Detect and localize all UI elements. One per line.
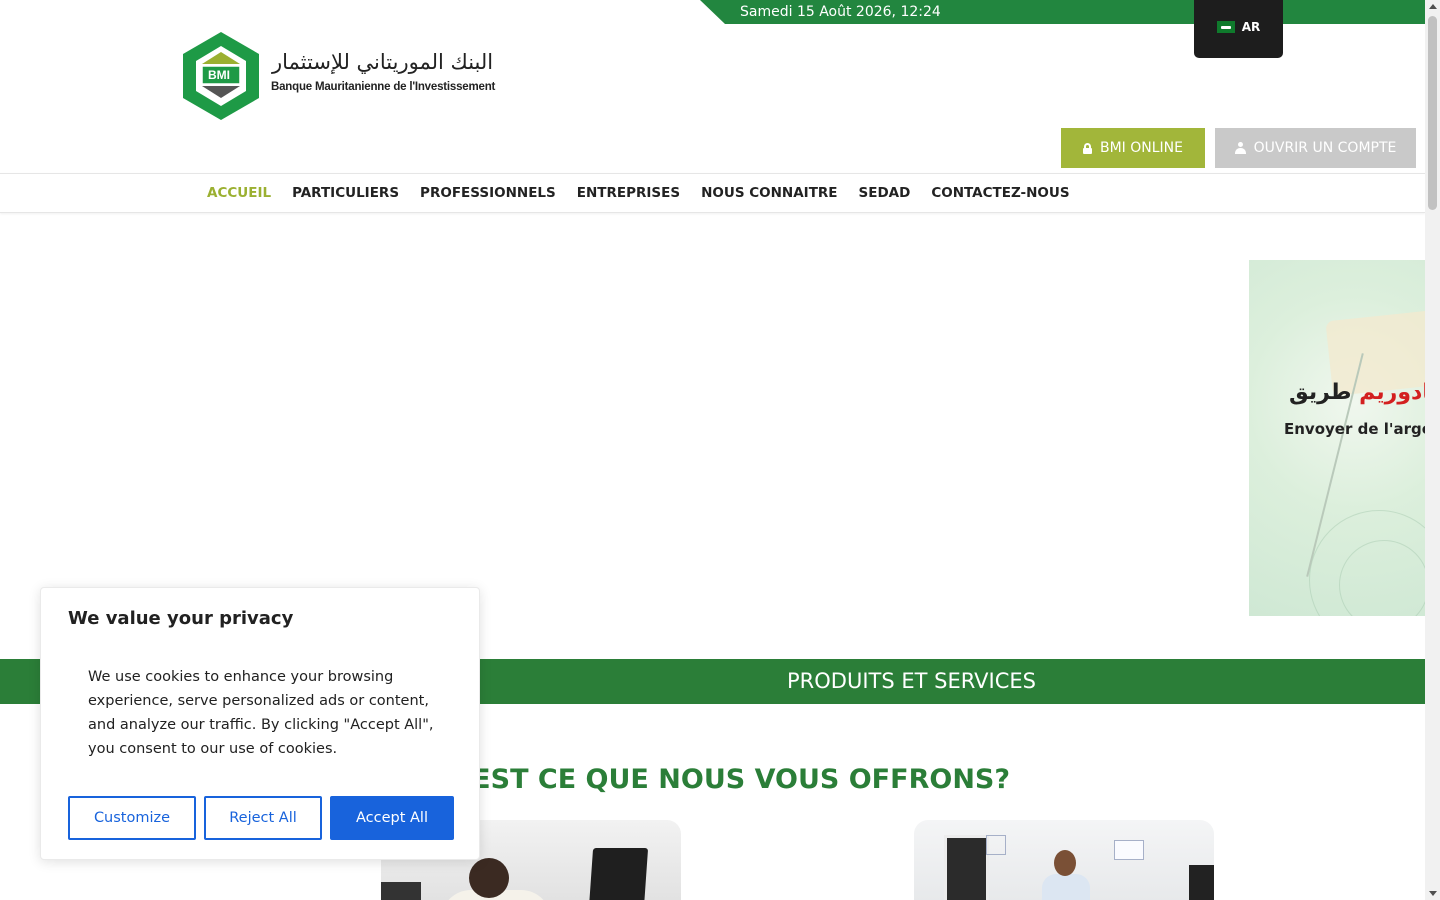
open-account-label: OUVRIR UN COMPTE [1253, 140, 1397, 156]
scroll-down-arrow-icon[interactable] [1429, 891, 1437, 896]
lock-icon [1082, 142, 1092, 154]
logo-badge-text: BMI [208, 68, 230, 82]
photo-detail [588, 848, 649, 900]
language-label: AR [1241, 20, 1261, 34]
slide-arabic-text: كادوريم طريق [1289, 380, 1425, 405]
photo-detail [381, 882, 421, 900]
nav-item-particuliers[interactable]: PARTICULIERS [292, 185, 399, 201]
cookie-consent-banner: We value your privacy We use cookies to … [40, 587, 480, 860]
nav-item-professionnels[interactable]: PROFESSIONNELS [420, 185, 556, 201]
cookie-accept-button[interactable]: Accept All [330, 796, 454, 840]
cookie-description: We use cookies to enhance your browsing … [88, 669, 434, 757]
photo-detail [986, 835, 1006, 855]
hero-slide[interactable]: كادوريم طريق Envoyer de l'arge [1249, 260, 1425, 616]
offer-title-text: U’EST CE QUE NOUS VOUS OFFRONS? [440, 764, 1011, 795]
slide-arabic-highlight: كادوريم [1359, 380, 1425, 405]
scrollbar-thumb[interactable] [1428, 16, 1437, 210]
language-switcher[interactable]: AR [1194, 0, 1283, 58]
bmi-online-label: BMI ONLINE [1099, 140, 1183, 156]
cookie-title: We value your privacy [68, 608, 294, 629]
photo-detail [469, 858, 509, 898]
photo-detail [944, 835, 989, 900]
nav-item-nous-connaitre[interactable]: NOUS CONNAITRE [701, 185, 837, 201]
scroll-up-arrow-icon[interactable] [1429, 4, 1437, 9]
current-datetime: Samedi 15 Août 2026, 12:24 [740, 4, 941, 20]
photo-detail [1042, 874, 1090, 900]
nav-item-entreprises[interactable]: ENTREPRISES [577, 185, 680, 201]
nav-item-contactez-nous[interactable]: CONTACTEZ-NOUS [931, 185, 1069, 201]
nav-item-accueil[interactable]: ACCUEIL [207, 185, 271, 201]
nav-item-sedad[interactable]: SEDAD [859, 185, 911, 201]
page-scrollbar[interactable] [1425, 0, 1440, 900]
products-band-title: PRODUITS ET SERVICES [787, 669, 1036, 693]
saudi-flag-icon [1216, 21, 1235, 33]
photo-detail [1189, 865, 1214, 900]
cookie-reject-button[interactable]: Reject All [204, 796, 322, 840]
main-nav: ACCUEIL PARTICULIERS PROFESSIONNELS ENTR… [0, 173, 1425, 213]
bmi-online-button[interactable]: BMI ONLINE [1061, 128, 1205, 168]
slide-arabic-prefix: طريق [1289, 380, 1352, 405]
cookie-customize-button[interactable]: Customize [68, 796, 196, 840]
slide-french-text: Envoyer de l'arge [1284, 420, 1425, 438]
user-icon [1234, 142, 1246, 154]
logo-arabic-name: البنك الموريتاني للإستثمار [272, 50, 494, 74]
date-bar: Samedi 15 Août 2026, 12:24 [700, 0, 1425, 24]
service-photo-2[interactable] [914, 820, 1214, 900]
open-account-button[interactable]: OUVRIR UN COMPTE [1215, 128, 1416, 168]
bmi-logo[interactable]: BMI البنك الموريتاني للإستثمار Banque Ma… [180, 30, 495, 122]
logo-french-name: Banque Mauritanienne de l'Investissement [271, 81, 496, 93]
photo-detail [1054, 850, 1076, 876]
photo-detail [1114, 840, 1144, 860]
